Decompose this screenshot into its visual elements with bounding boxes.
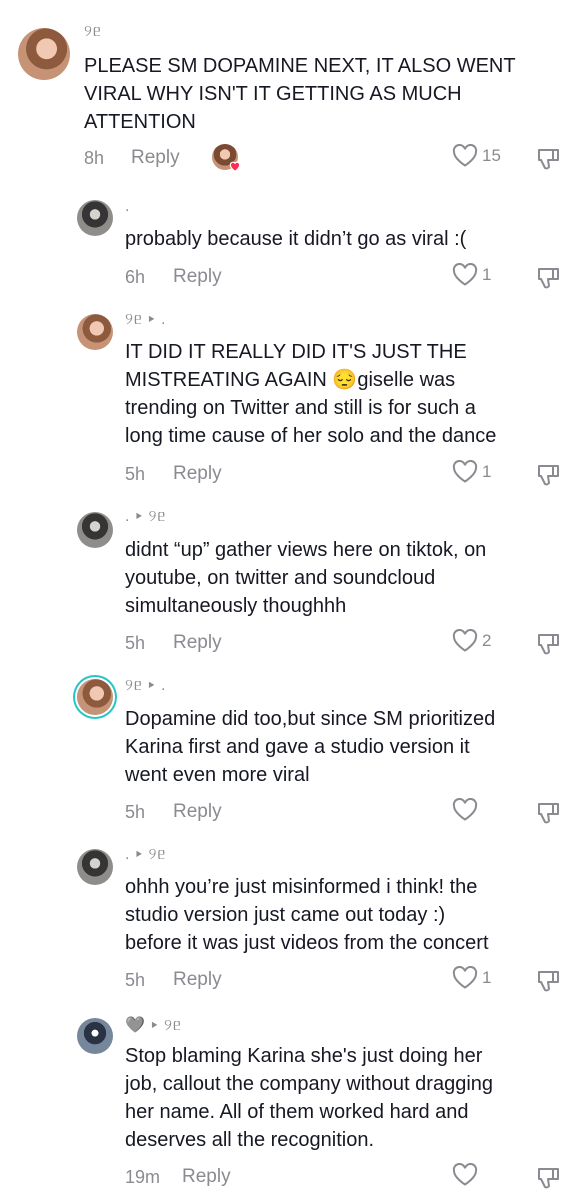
avatar[interactable] — [77, 512, 113, 548]
comment-text: PLEASE SM DOPAMINE NEXT, IT ALSO WENT VI… — [84, 55, 516, 133]
like-button[interactable] — [452, 1163, 482, 1187]
comment-username[interactable]: . ▸ ୨ᥱ — [125, 508, 166, 526]
dislike-icon[interactable] — [535, 264, 563, 292]
dislike-icon[interactable] — [535, 967, 563, 995]
like-count: 1 — [482, 462, 492, 481]
avatar[interactable] — [77, 679, 113, 715]
comment-username[interactable]: ୨ᥱ — [84, 23, 102, 41]
avatar[interactable] — [77, 200, 113, 236]
comment-time: 5h — [125, 633, 146, 653]
like-button[interactable]: 1 — [452, 460, 491, 484]
reply-button[interactable]: Reply — [182, 1166, 231, 1188]
heart-icon — [229, 161, 241, 172]
heart-icon — [452, 629, 478, 652]
avatar[interactable] — [77, 849, 113, 885]
dislike-icon[interactable] — [535, 630, 563, 658]
comment-text: probably because it didn’t go as viral :… — [125, 228, 467, 250]
like-button[interactable]: 1 — [452, 966, 491, 990]
heart-icon — [452, 144, 478, 167]
comment-text: Dopamine did too,but since SM prioritize… — [125, 708, 496, 786]
comment-time: 5h — [125, 802, 146, 822]
comment-text: didnt “up” gather views here on tiktok, … — [125, 539, 487, 617]
heart-icon — [452, 966, 478, 989]
like-button[interactable]: 2 — [452, 629, 491, 653]
creator-liked-badge — [212, 144, 244, 174]
like-button[interactable] — [452, 798, 482, 822]
comment-text: IT DID IT REALLY DID IT'S JUST THE MISTR… — [125, 341, 497, 447]
comment-username[interactable]: . — [125, 198, 130, 216]
comment-username[interactable]: ୨ᥱ ▸ . — [125, 311, 166, 329]
comment-text: ohhh you’re just misinformed i think! th… — [125, 876, 489, 954]
reply-button[interactable]: Reply — [173, 266, 222, 288]
reply-button[interactable]: Reply — [131, 147, 180, 169]
comment-time: 5h — [125, 464, 146, 484]
dislike-icon[interactable] — [535, 461, 563, 489]
comment-time: 5h — [125, 970, 146, 990]
like-count: 2 — [482, 631, 492, 650]
heart-icon — [452, 798, 478, 821]
like-count: 1 — [482, 265, 492, 284]
avatar[interactable] — [77, 1018, 113, 1054]
comment-username[interactable]: . ▸ ୨ᥱ — [125, 846, 166, 864]
dislike-icon[interactable] — [535, 1164, 563, 1192]
heart-icon — [452, 460, 478, 483]
comment-username[interactable]: ୨ᥱ ▸ . — [125, 677, 166, 695]
like-button[interactable]: 1 — [452, 263, 491, 287]
reply-button[interactable]: Reply — [173, 632, 222, 654]
like-count: 15 — [482, 146, 501, 165]
reply-button[interactable]: Reply — [173, 969, 222, 991]
dislike-icon[interactable] — [535, 145, 563, 173]
avatar[interactable] — [77, 314, 113, 350]
like-count: 1 — [482, 968, 492, 987]
dislike-icon[interactable] — [535, 799, 563, 827]
heart-icon — [452, 1163, 478, 1186]
reply-button[interactable]: Reply — [173, 801, 222, 823]
like-button[interactable]: 15 — [452, 144, 501, 168]
avatar[interactable] — [18, 28, 70, 80]
comment-username[interactable]: 🩶 ▸ ୨ᥱ — [125, 1015, 182, 1035]
comment-time: 8h — [84, 148, 105, 168]
reply-button[interactable]: Reply — [173, 463, 222, 485]
comment-time: 6h — [125, 267, 146, 287]
comment-text: Stop blaming Karina she's just doing her… — [125, 1045, 494, 1151]
heart-icon — [452, 263, 478, 286]
comment-time: 19m — [125, 1167, 161, 1187]
